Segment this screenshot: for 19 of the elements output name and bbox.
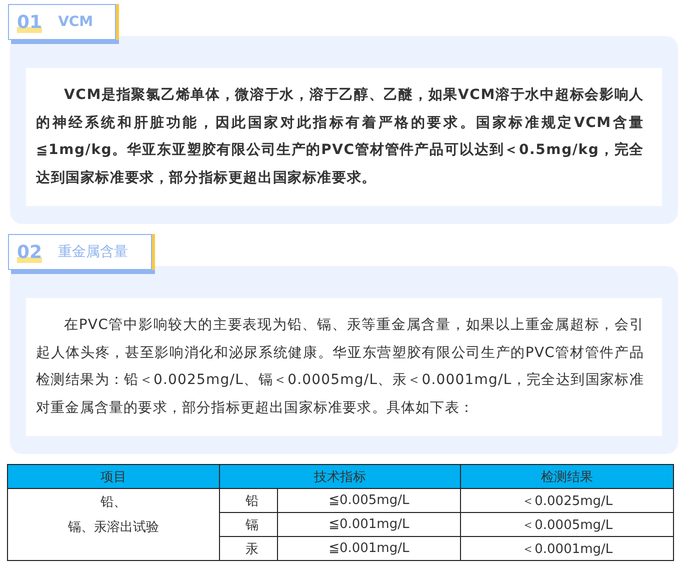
header-cell: 项目 xyxy=(8,464,220,488)
section-number: 02 xyxy=(17,242,42,262)
table-cell: ≦0.001mg/L xyxy=(277,536,461,560)
table-cell: 铅 xyxy=(219,488,278,512)
header-cell: 检测结果 xyxy=(460,464,674,488)
section-number: 01 xyxy=(17,12,42,32)
table-cell: ≦0.001mg/L xyxy=(277,512,461,536)
table-cell: ＜0.0025mg/L xyxy=(460,488,674,512)
section-title: VCM xyxy=(58,14,94,30)
table-cell: ＜0.0005mg/L xyxy=(460,512,674,536)
table-cell: 镉 xyxy=(219,512,278,536)
table-cell: ≦0.005mg/L xyxy=(277,488,461,512)
header-cell: 技术指标 xyxy=(219,464,461,488)
paragraph: VCM是指聚氯乙烯单体，微溶于水，溶于乙醇、乙醚，如果VCM溶于水中超标会影响人的神经系统和肝脏功能，因此国家对此指标有着严格的要求。国家标准规定VCM含量≦1mg/kg。华亚东亚塑胶有限公司生产的PVC管材管件产品可以达到＜0.5mg/kg，完全达到国家标准要求，部分指标更超出国家标准要求。 xyxy=(36,86,644,188)
paragraph: 在PVC管中影响较大的主要表现为铅、镉、汞等重金属含量，如果以上重金属超标，会引起人体头疼，甚至影响消化和泌尿系统健康。华亚东营塑胶有限公司生产的PVC管材管件产品检测结果为：铅＜0.0025mg/L、镉＜0.0005mg/L、汞＜0.0001mg/L，完全达到国家标准对重金属含量的要求，部分指标更超出国家标准要求。具体如下表： xyxy=(36,316,644,418)
table-cell: ＜0.0001mg/L xyxy=(460,536,674,560)
table-cell: 铅、 镉、汞溶出试验 xyxy=(8,488,220,560)
table-cell: 汞 xyxy=(219,536,278,560)
section-title: 重金属含量 xyxy=(58,243,128,261)
